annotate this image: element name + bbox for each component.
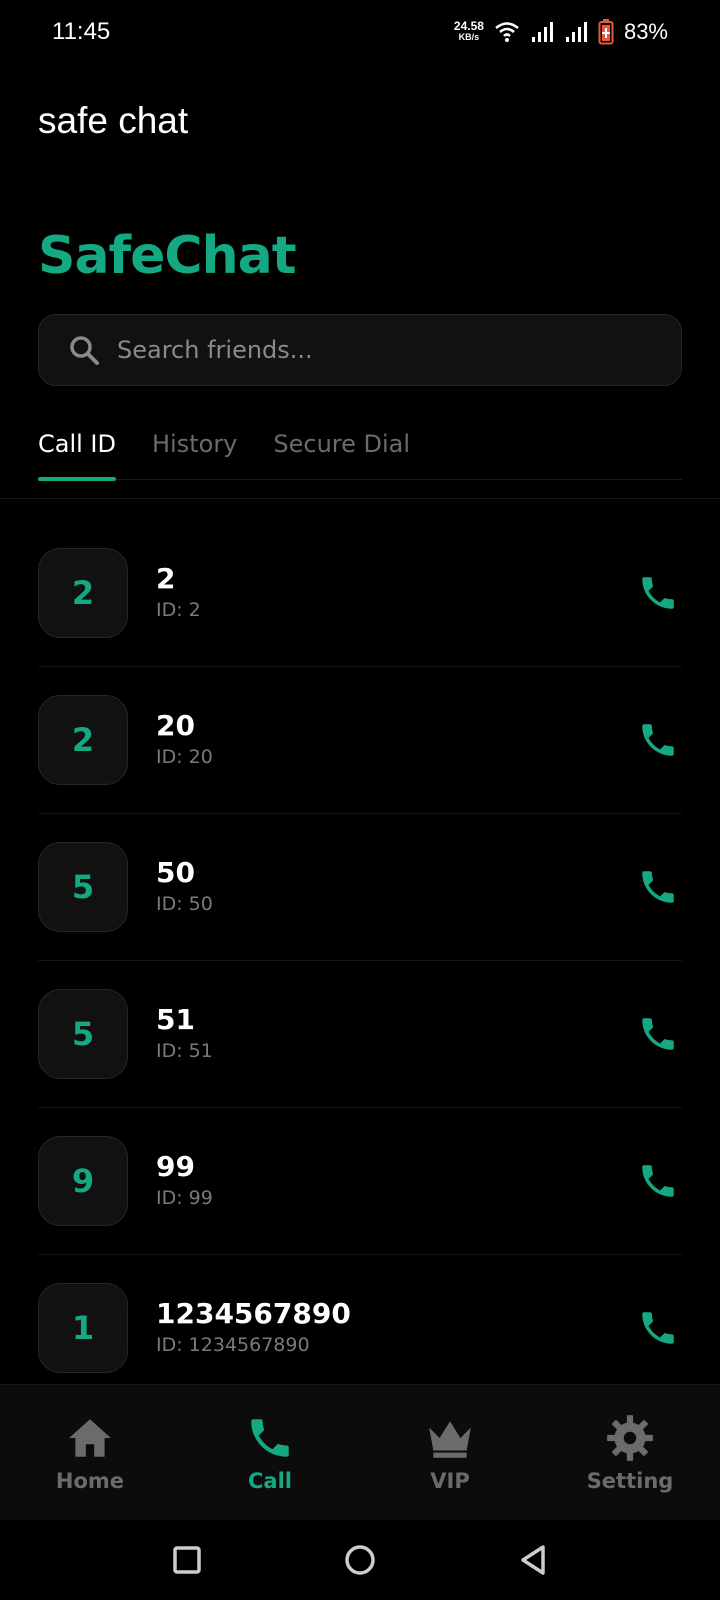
tab-secure-dial[interactable]: Secure Dial xyxy=(273,420,410,480)
tab-call-id[interactable]: Call ID xyxy=(38,420,116,481)
system-navigation-bar xyxy=(0,1520,720,1600)
search-input[interactable] xyxy=(117,336,681,364)
contact-name: 99 xyxy=(156,1150,195,1183)
contact-id: ID: 99 xyxy=(156,1187,213,1209)
battery-percentage: 83% xyxy=(623,19,668,44)
contact-row[interactable]: 1 1234567890 ID: 1234567890 xyxy=(38,1255,682,1402)
phone-icon xyxy=(642,1312,674,1344)
network-speed: 24.58 KB/s xyxy=(453,19,484,43)
signal-icon xyxy=(531,22,553,42)
tab-bar: Call ID History Secure Dial xyxy=(38,420,682,481)
phone-icon xyxy=(251,1418,289,1457)
contact-name: 20 xyxy=(156,709,195,742)
contact-row[interactable]: 5 51 ID: 51 xyxy=(38,961,682,1108)
search-icon xyxy=(70,336,99,365)
contact-row[interactable]: 5 50 ID: 50 xyxy=(38,814,682,961)
call-button[interactable] xyxy=(634,1010,682,1058)
nav-setting[interactable]: Setting xyxy=(550,1413,710,1493)
home-icon xyxy=(69,1418,111,1457)
contact-info: 50 ID: 50 xyxy=(156,856,634,918)
call-button[interactable] xyxy=(634,863,682,911)
signal-icon-2 xyxy=(565,22,587,42)
wifi-icon xyxy=(495,22,519,42)
search-box[interactable] xyxy=(38,314,682,386)
contact-list: 2 2 ID: 2 2 20 ID: 20 5 50 ID: 50 5 51 I… xyxy=(38,520,682,1402)
call-button[interactable] xyxy=(634,716,682,764)
recents-icon[interactable] xyxy=(169,1542,205,1578)
contact-avatar: 5 xyxy=(38,989,128,1079)
call-button[interactable] xyxy=(634,1304,682,1352)
call-button[interactable] xyxy=(634,569,682,617)
contact-id: ID: 51 xyxy=(156,1040,213,1062)
contact-name: 51 xyxy=(156,1003,195,1036)
network-speed-unit: KB/s xyxy=(458,32,480,42)
contact-avatar: 2 xyxy=(38,548,128,638)
nav-setting-label: Setting xyxy=(586,1468,674,1493)
home-circle-icon[interactable] xyxy=(342,1542,378,1578)
phone-icon xyxy=(642,577,674,609)
contact-info: 51 ID: 51 xyxy=(156,1003,634,1065)
contact-info: 20 ID: 20 xyxy=(156,709,634,771)
battery-icon xyxy=(598,19,614,45)
contact-info: 1234567890 ID: 1234567890 xyxy=(156,1297,634,1359)
gear-icon xyxy=(607,1414,653,1461)
contact-id: ID: 2 xyxy=(156,599,201,621)
phone-icon xyxy=(642,1165,674,1197)
brand-title: SafeChat xyxy=(38,226,297,286)
network-speed-value: 24.58 xyxy=(453,19,484,33)
nav-call[interactable]: Call xyxy=(190,1413,350,1493)
contact-row[interactable]: 2 2 ID: 2 xyxy=(38,520,682,667)
bottom-nav: Home Call VIP Setting xyxy=(0,1384,720,1520)
nav-home[interactable]: Home xyxy=(10,1413,170,1493)
status-icons: 24.58 KB/s 83% xyxy=(454,19,668,45)
back-icon[interactable] xyxy=(515,1542,551,1578)
phone-icon xyxy=(642,871,674,903)
contact-name: 50 xyxy=(156,856,195,889)
nav-vip[interactable]: VIP xyxy=(370,1413,530,1493)
nav-vip-label: VIP xyxy=(430,1468,470,1493)
status-time: 11:45 xyxy=(52,18,111,45)
contact-id: ID: 1234567890 xyxy=(156,1334,310,1356)
contact-id: ID: 20 xyxy=(156,746,213,768)
contact-id: ID: 50 xyxy=(156,893,213,915)
app-bar-title: safe chat xyxy=(38,100,189,141)
contact-row[interactable]: 9 99 ID: 99 xyxy=(38,1108,682,1255)
phone-icon xyxy=(642,724,674,756)
contact-info: 99 ID: 99 xyxy=(156,1150,634,1212)
contact-name: 1234567890 xyxy=(156,1297,351,1330)
header-divider xyxy=(0,498,720,499)
crown-icon xyxy=(429,1420,471,1458)
contact-info: 2 ID: 2 xyxy=(156,562,634,624)
tab-history[interactable]: History xyxy=(152,420,237,480)
contact-avatar: 2 xyxy=(38,695,128,785)
status-bar: 11:45 24.58 KB/s 83% xyxy=(0,0,720,64)
contact-name: 2 xyxy=(156,562,176,595)
contact-avatar: 9 xyxy=(38,1136,128,1226)
contact-row[interactable]: 2 20 ID: 20 xyxy=(38,667,682,814)
nav-call-label: Call xyxy=(248,1468,292,1493)
phone-icon xyxy=(642,1018,674,1050)
call-button[interactable] xyxy=(634,1157,682,1205)
contact-avatar: 5 xyxy=(38,842,128,932)
nav-home-label: Home xyxy=(55,1468,125,1493)
contact-avatar: 1 xyxy=(38,1283,128,1373)
